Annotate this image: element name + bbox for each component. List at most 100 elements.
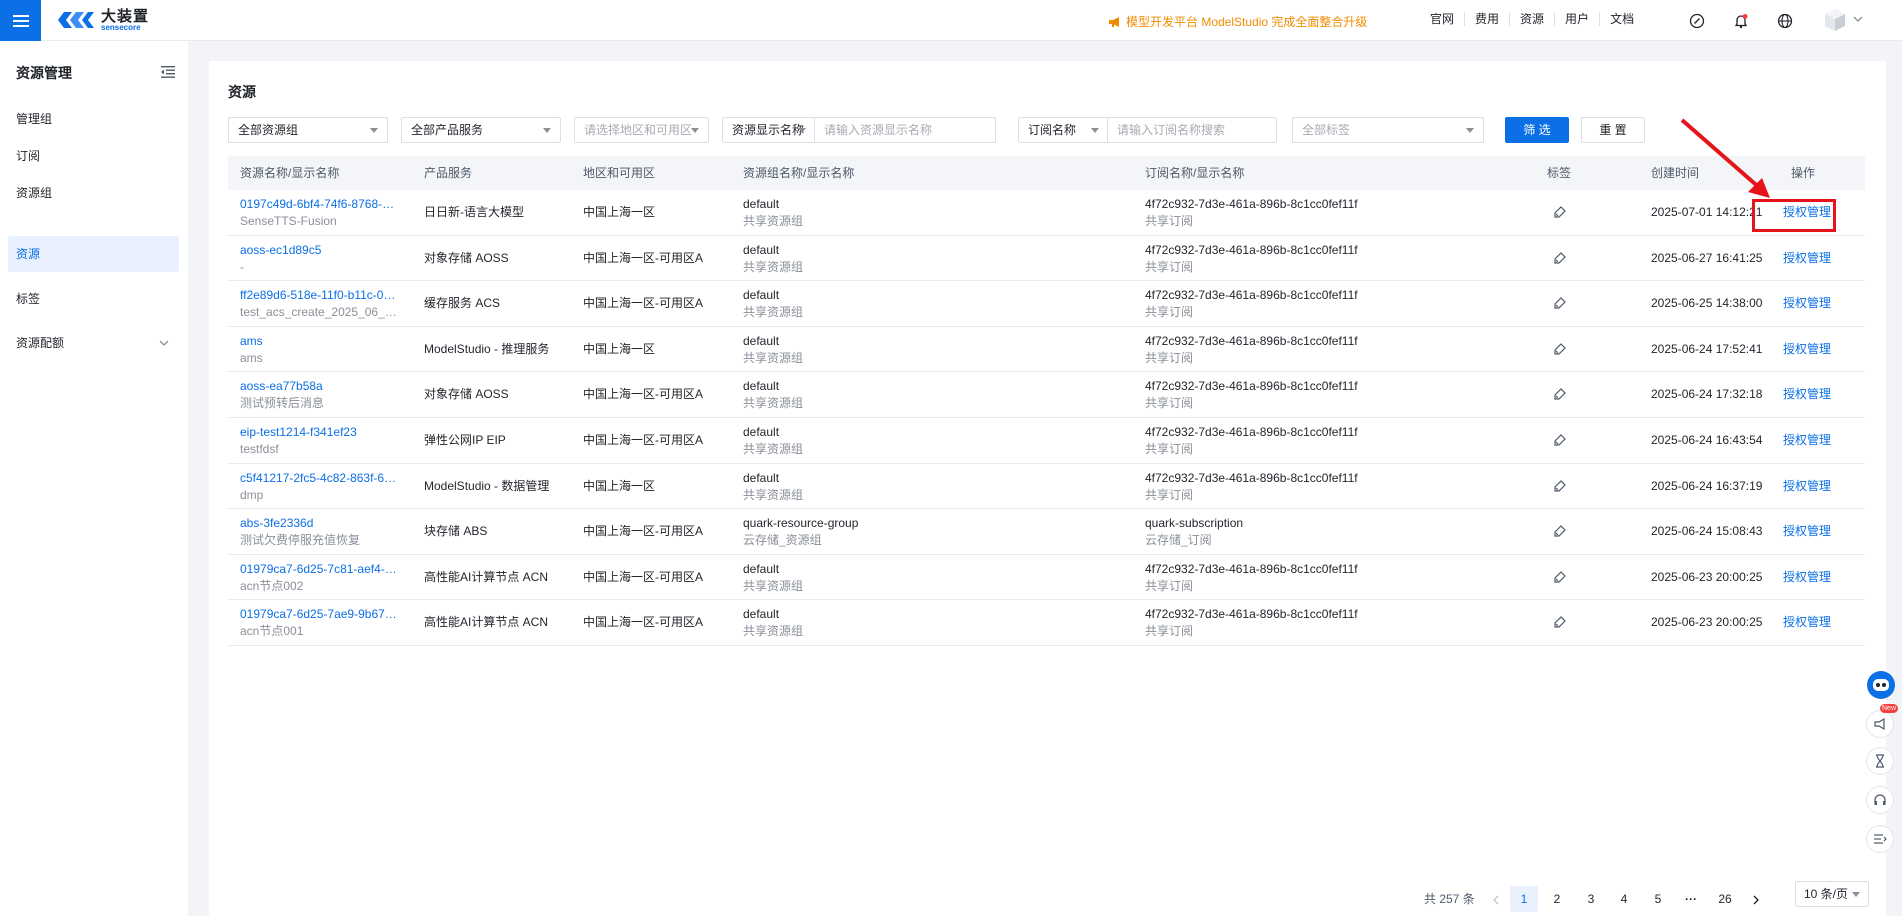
filter-button[interactable]: 筛 选 bbox=[1505, 117, 1569, 143]
page-ellipsis[interactable]: ··· bbox=[1677, 886, 1705, 912]
display-name-type-select[interactable]: 资源显示名称 bbox=[722, 117, 815, 143]
resource-group-select[interactable]: 全部资源组 bbox=[228, 117, 388, 143]
assistant-robot-icon[interactable] bbox=[1866, 670, 1896, 700]
new-badge: New bbox=[1880, 704, 1899, 713]
sidebar-item-subscriptions[interactable]: 订阅 bbox=[8, 138, 179, 174]
page-4[interactable]: 4 bbox=[1610, 886, 1638, 912]
authorization-management-link[interactable]: 授权管理 bbox=[1783, 615, 1831, 629]
bell-icon[interactable] bbox=[1733, 13, 1749, 29]
announcement-banner[interactable]: 模型开发平台 ModelStudio 完成全面整合升级 bbox=[1108, 13, 1367, 30]
subscription-name: 4f72c932-7d3e-461a-896b-8c1cc0fef11f bbox=[1145, 288, 1358, 303]
nav-link-billing[interactable]: 费用 bbox=[1465, 12, 1511, 26]
subscription-display: 共享订阅 bbox=[1145, 578, 1194, 593]
menu-button[interactable] bbox=[0, 0, 41, 41]
resource-group-name: default bbox=[743, 197, 780, 211]
page-size-select[interactable]: 10 条/页 bbox=[1795, 881, 1869, 907]
tag-edit-icon[interactable] bbox=[1553, 251, 1567, 265]
tag-edit-icon[interactable] bbox=[1553, 570, 1567, 584]
sidebar-item-tags[interactable]: 标签 bbox=[8, 281, 179, 317]
region-select[interactable]: 请选择地区和可用区 bbox=[574, 117, 709, 143]
tag-edit-icon[interactable] bbox=[1553, 479, 1567, 493]
subscription-name: 4f72c932-7d3e-461a-896b-8c1cc0fef11f bbox=[1145, 379, 1358, 394]
column-header-resource-name: 资源名称/显示名称 bbox=[240, 166, 340, 180]
resource-name-link[interactable]: abs-3fe2336d bbox=[240, 516, 400, 530]
page-26[interactable]: 26 bbox=[1711, 886, 1739, 912]
authorization-management-link[interactable]: 授权管理 bbox=[1783, 342, 1831, 356]
main-content: 资源 全部资源组 全部产品服务 请选择地区和可用区 资源显示名称 请输入资源显示… bbox=[209, 61, 1886, 916]
display-name-input[interactable]: 请输入资源显示名称 bbox=[814, 117, 996, 143]
tag-edit-icon[interactable] bbox=[1553, 524, 1567, 538]
resource-group-name: default bbox=[743, 379, 780, 394]
created-time-cell: 2025-06-27 16:41:25 bbox=[1651, 250, 1763, 265]
region-cell: 中国上海一区-可用区A bbox=[583, 433, 704, 447]
compass-icon[interactable] bbox=[1689, 13, 1705, 29]
sidebar: 资源管理 管理组 订阅 资源组 资源 标签 资源配额 bbox=[0, 41, 188, 916]
tag-edit-icon[interactable] bbox=[1553, 433, 1567, 447]
avatar[interactable] bbox=[1824, 8, 1846, 32]
resource-name-link[interactable]: ff2e89d6-518e-11f0-b11c-043… bbox=[240, 288, 400, 302]
tag-edit-icon[interactable] bbox=[1553, 205, 1567, 219]
subscription-search-placeholder: 请输入订阅名称搜索 bbox=[1117, 123, 1226, 137]
tags-select[interactable]: 全部标签 bbox=[1292, 117, 1484, 143]
collapse-tool[interactable] bbox=[1866, 825, 1894, 853]
chevron-right-icon[interactable] bbox=[1751, 895, 1761, 905]
product-select[interactable]: 全部产品服务 bbox=[401, 117, 561, 143]
caret-down-icon bbox=[798, 128, 806, 133]
table-row: 0197c49d-6bf4-74f6-8768-c0… SenseTTS-Fusi… bbox=[228, 190, 1865, 236]
created-time-cell: 2025-06-25 14:38:00 bbox=[1651, 296, 1763, 311]
authorization-management-link[interactable]: 授权管理 bbox=[1783, 433, 1831, 447]
tag-edit-icon[interactable] bbox=[1553, 387, 1567, 401]
page-3[interactable]: 3 bbox=[1577, 886, 1605, 912]
authorization-management-link[interactable]: 授权管理 bbox=[1783, 251, 1831, 265]
subscription-search-input[interactable]: 请输入订阅名称搜索 bbox=[1107, 117, 1277, 143]
megaphone-icon bbox=[1874, 717, 1885, 731]
resource-name-link[interactable]: 01979ca7-6d25-7ae9-9b67-e… bbox=[240, 607, 400, 621]
resource-group-name: default bbox=[743, 333, 780, 348]
product-cell: 对象存储 AOSS bbox=[424, 250, 509, 265]
resource-name-link[interactable]: aoss-ea77b58a bbox=[240, 379, 400, 393]
page-2[interactable]: 2 bbox=[1543, 886, 1571, 912]
sidebar-item-management-group[interactable]: 管理组 bbox=[8, 101, 179, 137]
created-time-cell: 2025-06-24 16:43:54 bbox=[1651, 433, 1763, 447]
tag-edit-icon[interactable] bbox=[1553, 342, 1567, 356]
resource-name-link[interactable]: aoss-ec1d89c5 bbox=[240, 243, 400, 257]
logo[interactable]: 大装置 sensecore bbox=[56, 8, 149, 32]
resource-group-name: default bbox=[743, 425, 780, 439]
resource-name-link[interactable]: 0197c49d-6bf4-74f6-8768-c0… bbox=[240, 197, 400, 211]
support-tool[interactable] bbox=[1866, 786, 1894, 814]
nav-link-resources[interactable]: 资源 bbox=[1510, 12, 1556, 26]
tag-edit-icon[interactable] bbox=[1553, 296, 1567, 310]
tag-edit-icon[interactable] bbox=[1553, 615, 1567, 629]
announcement-tool[interactable] bbox=[1866, 710, 1894, 738]
nav-link-docs[interactable]: 文档 bbox=[1600, 12, 1644, 26]
megaphone-icon bbox=[1109, 16, 1119, 27]
chevron-down-icon[interactable] bbox=[1853, 14, 1863, 24]
chevron-left-icon[interactable] bbox=[1491, 895, 1501, 905]
product-select-value: 全部产品服务 bbox=[411, 123, 484, 137]
resource-name-link[interactable]: 01979ca7-6d25-7c81-aef4-c0… bbox=[240, 562, 400, 576]
sidebar-item-resource-groups[interactable]: 资源组 bbox=[8, 175, 179, 211]
authorization-management-link[interactable]: 授权管理 bbox=[1783, 570, 1831, 584]
subscription-type-select[interactable]: 订阅名称 bbox=[1018, 117, 1108, 143]
sidebar-item-resource-quota[interactable]: 资源配额 bbox=[8, 325, 179, 361]
collapse-sidebar-icon[interactable] bbox=[161, 66, 175, 78]
resource-name-link[interactable]: c5f41217-2fc5-4c82-863f-669… bbox=[240, 471, 400, 485]
nav-link-users[interactable]: 用户 bbox=[1555, 12, 1601, 26]
region-cell: 中国上海一区-可用区A bbox=[583, 250, 704, 265]
sidebar-item-resources[interactable]: 资源 bbox=[8, 236, 179, 272]
globe-icon[interactable] bbox=[1777, 13, 1793, 29]
authorization-management-link[interactable]: 授权管理 bbox=[1783, 479, 1831, 493]
authorization-management-link[interactable]: 授权管理 bbox=[1783, 524, 1831, 538]
page-5[interactable]: 5 bbox=[1644, 886, 1672, 912]
resource-name-link[interactable]: ams bbox=[240, 334, 400, 348]
subscription-display: 共享订阅 bbox=[1145, 396, 1194, 411]
authorization-management-link[interactable]: 授权管理 bbox=[1783, 387, 1831, 401]
region-cell: 中国上海一区-可用区A bbox=[583, 524, 704, 539]
authorization-management-link[interactable]: 授权管理 bbox=[1783, 296, 1831, 310]
resource-name-link[interactable]: eip-test1214-f341ef23 bbox=[240, 425, 400, 439]
nav-link-official-site[interactable]: 官网 bbox=[1420, 12, 1466, 26]
reset-button[interactable]: 重 置 bbox=[1581, 117, 1645, 143]
page-1[interactable]: 1 bbox=[1510, 886, 1538, 912]
announcement-text: 模型开发平台 ModelStudio 完成全面整合升级 bbox=[1126, 15, 1368, 29]
hourglass-tool[interactable] bbox=[1866, 747, 1894, 775]
